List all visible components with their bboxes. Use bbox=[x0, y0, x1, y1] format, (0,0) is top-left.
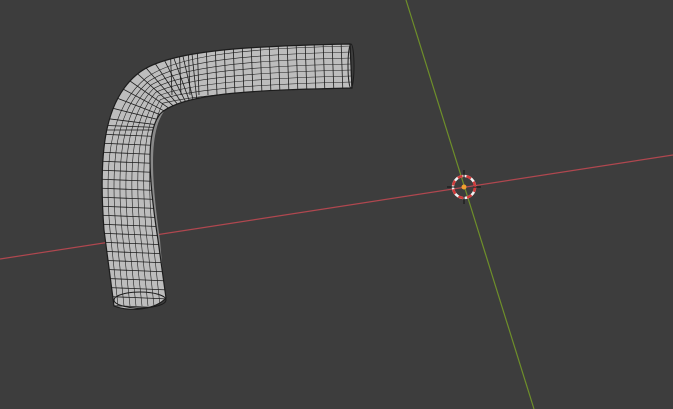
object-origin-dot bbox=[461, 184, 467, 190]
3d-viewport[interactable] bbox=[0, 0, 673, 409]
3d-cursor-icon[interactable] bbox=[447, 170, 481, 204]
y-axis-line bbox=[405, 0, 535, 409]
viewport-scene[interactable] bbox=[0, 0, 673, 409]
x-axis-line bbox=[0, 154, 673, 260]
wire-longitudinal-line bbox=[137, 75, 352, 307]
wire-longitudinal-line bbox=[149, 87, 352, 307]
wire-longitudinal-line bbox=[143, 81, 352, 307]
bent-pipe-mesh[interactable] bbox=[90, 21, 355, 310]
